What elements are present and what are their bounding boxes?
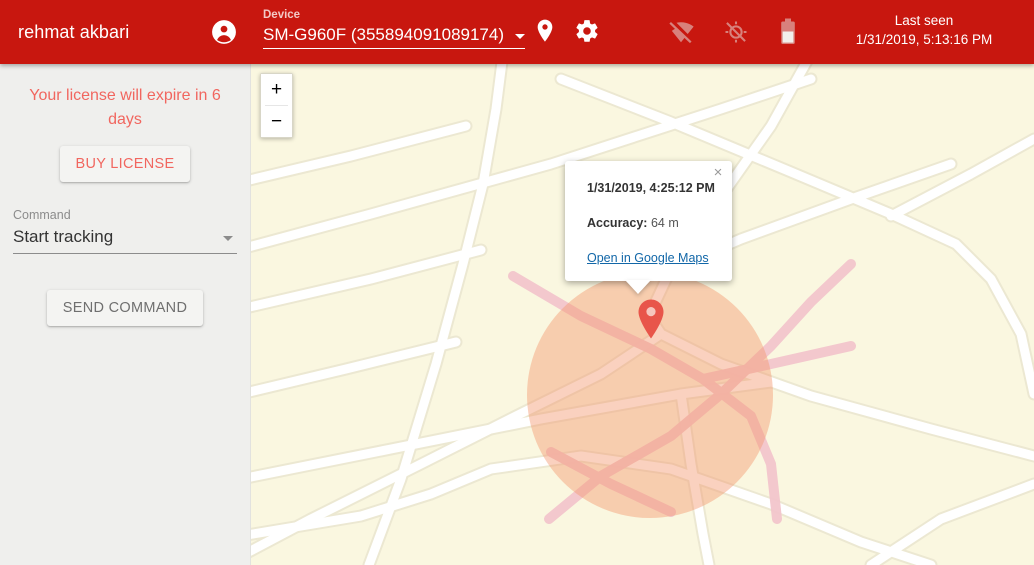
device-select-value: SM-G960F (355894091089174) — [263, 25, 504, 44]
command-label: Command — [13, 208, 71, 222]
map-pin-icon[interactable] — [636, 298, 666, 340]
chevron-down-icon[interactable] — [515, 34, 525, 39]
location-info-window: × 1/31/2019, 4:25:12 PM Accuracy: 64 m O… — [565, 161, 732, 294]
close-icon[interactable]: × — [710, 165, 726, 181]
device-label: Device — [263, 9, 301, 21]
sidebar: Your license will expire in 6 days BUY L… — [0, 64, 251, 565]
license-expiry-message: Your license will expire in 6 days — [29, 87, 221, 128]
settings-gear-icon[interactable] — [574, 18, 600, 44]
zoom-out-button[interactable]: − — [261, 106, 292, 137]
last-seen-label: Last seen — [894, 13, 954, 28]
wifi-off-icon — [668, 19, 694, 45]
info-window-tail — [625, 280, 651, 294]
last-seen-block: Last seen 1/31/2019, 5:13:16 PM — [824, 11, 1024, 49]
app-root: rehmat akbari Device SM-G960F (355894091… — [0, 0, 1034, 565]
info-accuracy-label: Accuracy: — [587, 216, 648, 230]
info-timestamp: 1/31/2019, 4:25:12 PM — [587, 181, 715, 195]
info-accuracy-value: 64 m — [650, 216, 679, 230]
brand-zone: rehmat akbari — [0, 0, 251, 64]
last-seen-value: 1/31/2019, 5:13:16 PM — [855, 32, 993, 47]
command-select-value: Start tracking — [13, 227, 114, 246]
place-icon[interactable] — [534, 18, 556, 46]
command-field: Command Start tracking — [0, 182, 250, 254]
chevron-down-icon[interactable] — [223, 236, 233, 241]
device-selector[interactable]: Device SM-G960F (355894091089174) — [263, 8, 525, 49]
battery-low-icon — [779, 18, 797, 46]
account-circle-icon[interactable] — [211, 19, 237, 45]
location-disabled-icon — [723, 19, 749, 45]
send-command-button[interactable]: SEND COMMAND — [46, 290, 204, 326]
app-header: rehmat akbari Device SM-G960F (355894091… — [0, 0, 1034, 64]
page-title: rehmat akbari — [18, 21, 130, 42]
buy-license-button[interactable]: BUY LICENSE — [59, 146, 191, 182]
zoom-controls[interactable]: + − — [260, 73, 293, 138]
info-accuracy: Accuracy: 64 m — [587, 214, 717, 232]
command-select[interactable]: Start tracking — [13, 226, 237, 254]
open-in-google-maps-link[interactable]: Open in Google Maps — [587, 249, 709, 267]
device-select-row[interactable]: SM-G960F (355894091089174) — [263, 23, 525, 49]
map-canvas[interactable]: × 1/31/2019, 4:25:12 PM Accuracy: 64 m O… — [251, 64, 1034, 565]
zoom-in-button[interactable]: + — [261, 74, 292, 105]
